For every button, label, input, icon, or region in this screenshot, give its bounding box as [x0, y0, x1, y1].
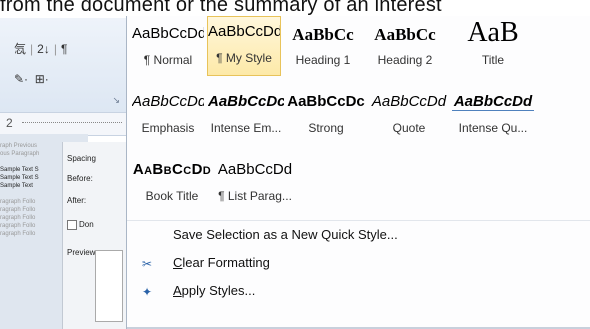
- preview-line: ragraph Follo: [0, 215, 36, 221]
- style-name: Book Title: [145, 189, 199, 203]
- preview-lines: raph Previous ous Paragraph Sample Text …: [0, 142, 62, 238]
- preview-label: Preview: [67, 248, 96, 257]
- clear-formatting-rest: lear Formatting: [182, 255, 270, 270]
- style-name: Intense Qu...: [458, 121, 528, 135]
- show-formatting-icon[interactable]: ¶: [61, 42, 67, 56]
- menu-separator: [127, 220, 590, 221]
- clear-formatting-icon: ✂: [141, 257, 153, 271]
- preview-line: ragraph Follo: [0, 199, 36, 205]
- clear-formatting-accelerator: C: [173, 255, 183, 270]
- style-name: Intense Em...: [210, 121, 282, 135]
- clear-formatting-item[interactable]: ✂ Clear Formatting: [127, 252, 590, 276]
- style-name: Quote: [392, 121, 426, 135]
- preview-line: raph Previous: [0, 143, 38, 149]
- ruler: 2: [0, 112, 126, 136]
- preview-line: ragraph Follo: [0, 207, 36, 213]
- style-tile-normal[interactable]: AaBbCcDd ¶ Normal: [131, 18, 205, 76]
- apply-styles-item[interactable]: ✦ Apply Styles...: [127, 280, 590, 304]
- dont-add-space-checkbox[interactable]: [67, 220, 77, 230]
- style-tile-intense-emphasis[interactable]: AaBbCcDc Intense Em...: [207, 86, 285, 144]
- style-sample: AaBbCcDc: [287, 93, 365, 110]
- style-name: ¶ My Style: [216, 51, 272, 65]
- document-text: from the document or the summary of an i…: [0, 0, 442, 16]
- ribbon-row-1: 忥 | 2↓ | ¶: [14, 42, 68, 56]
- preview-line: ragraph Follo: [0, 223, 36, 229]
- preview-line: ragraph Follo: [0, 231, 36, 237]
- style-sample: AaBbCcDc: [208, 93, 284, 110]
- style-name: Heading 2: [377, 53, 433, 67]
- style-tile-list-paragraph[interactable]: AaBbCcDd ¶ List Parag...: [213, 154, 297, 212]
- style-name: ¶ List Parag...: [218, 189, 292, 203]
- clear-formatting-label: Clear Formatting: [173, 255, 270, 270]
- style-tile-heading-2[interactable]: AaBbCc Heading 2: [365, 18, 445, 76]
- quick-styles-gallery: AaBbCcDd ¶ Normal AaBbCcDd ¶ My Style Aa…: [126, 16, 590, 329]
- style-sample: AaBbCc: [374, 25, 436, 44]
- style-sample: AaBbCcDd: [208, 23, 280, 40]
- ruler-ticks: [22, 122, 122, 124]
- before-label: Before:: [67, 174, 93, 183]
- style-tile-strong[interactable]: AaBbCcDc Strong: [285, 86, 367, 144]
- style-name: Heading 1: [295, 53, 351, 67]
- style-tile-emphasis[interactable]: AaBbCcDd Emphasis: [131, 86, 205, 144]
- apply-styles-icon: ✦: [141, 285, 153, 299]
- shading-icon[interactable]: ✎·: [14, 72, 28, 86]
- preview-line: Sample Text S: [0, 167, 39, 173]
- sort-ascending-icon[interactable]: 2↓: [37, 42, 50, 56]
- apply-styles-rest: pply Styles...: [181, 283, 256, 298]
- style-tile-book-title[interactable]: AaBbCcDd Book Title: [131, 154, 213, 212]
- style-sample: AaBbCcDd: [452, 93, 534, 111]
- spacing-label: Spacing: [67, 154, 96, 163]
- style-sample: AaBbCcDd: [132, 161, 212, 178]
- style-name: Title: [481, 53, 505, 67]
- apply-styles-accelerator: A: [173, 283, 182, 298]
- after-label: After:: [67, 196, 87, 205]
- style-sample: AaBbCcDd: [132, 93, 204, 110]
- style-tile-quote[interactable]: AaBbCcDd Quote: [369, 86, 449, 144]
- preview-line: Sample Text: [0, 183, 33, 189]
- save-selection-as-quick-style-item[interactable]: Save Selection as a New Quick Style...: [127, 224, 590, 248]
- paragraph-dialog-fragment: Spacing Before: After: Don Preview: [62, 142, 127, 329]
- style-name: Emphasis: [141, 121, 195, 135]
- style-tile-intense-quote[interactable]: AaBbCcDd Intense Qu...: [451, 86, 535, 144]
- ribbon-row-2: ✎· ⊞·: [14, 72, 49, 86]
- ribbon-paragraph-group: 忥 | 2↓ | ¶ ✎· ⊞· ↘: [0, 18, 127, 112]
- style-name: ¶ Normal: [143, 53, 193, 67]
- preview-line: Sample Text S: [0, 175, 39, 181]
- style-tile-title[interactable]: AaB Title: [451, 17, 535, 76]
- borders-icon[interactable]: ⊞·: [35, 72, 49, 86]
- style-sample: AaBbCcDd: [217, 161, 293, 178]
- preview-box: [95, 250, 123, 322]
- style-sample: AaBbCcDd: [132, 25, 204, 42]
- style-sample: AaB: [467, 17, 519, 48]
- dont-add-space-label: Don: [79, 220, 94, 229]
- style-name: Strong: [308, 121, 344, 135]
- apply-styles-label: Apply Styles...: [173, 283, 255, 298]
- sort-icon[interactable]: 忥: [14, 42, 26, 56]
- style-tile-heading-1[interactable]: AaBbCc Heading 1: [283, 18, 363, 76]
- ruler-mark: 2: [6, 116, 13, 130]
- preview-line: ous Paragraph: [0, 151, 40, 157]
- style-sample: AaBbCcDd: [371, 93, 447, 110]
- style-tile-my-style[interactable]: AaBbCcDd ¶ My Style: [207, 16, 281, 76]
- save-selection-label: Save Selection as a New Quick Style...: [173, 227, 398, 242]
- dialog-launcher-icon[interactable]: ↘: [112, 95, 120, 106]
- style-sample: AaBbCc: [292, 25, 354, 44]
